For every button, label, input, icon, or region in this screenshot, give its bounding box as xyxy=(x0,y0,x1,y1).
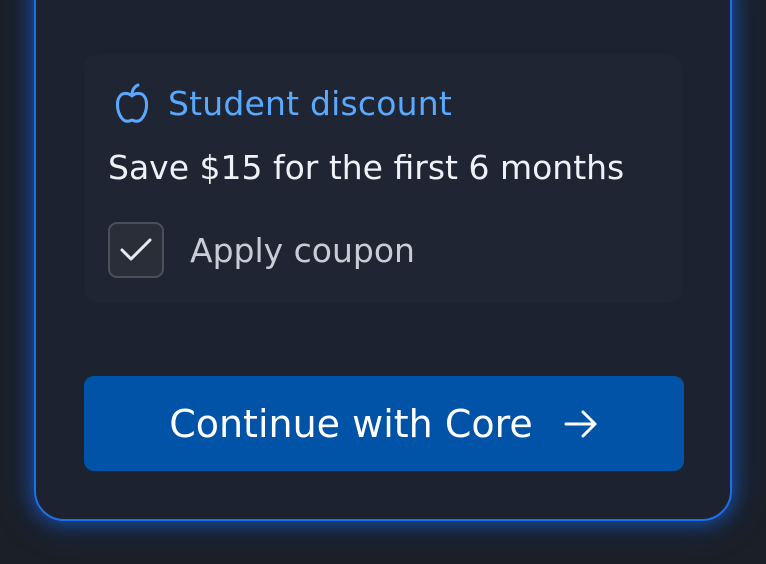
apply-coupon-label[interactable]: Apply coupon xyxy=(190,231,415,270)
checkmark-icon xyxy=(120,238,152,261)
arrow-right-icon xyxy=(563,409,599,439)
discount-header: Student discount xyxy=(114,80,452,126)
page: Student discount Save $15 for the first … xyxy=(0,0,766,564)
continue-button-label: Continue with Core xyxy=(169,401,533,446)
apple-icon xyxy=(114,81,150,125)
discount-title: Student discount xyxy=(168,83,453,123)
discount-description: Save $15 for the first 6 months xyxy=(108,148,625,187)
apply-coupon-checkbox[interactable] xyxy=(108,222,164,278)
continue-button[interactable]: Continue with Core xyxy=(84,376,684,471)
apply-coupon-option[interactable]: Apply coupon xyxy=(108,220,415,280)
